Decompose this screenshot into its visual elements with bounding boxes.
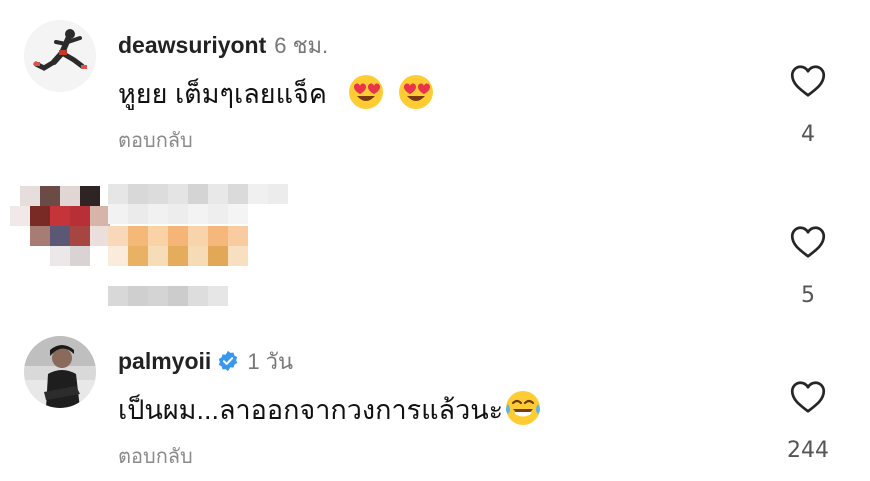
heart-outline-icon[interactable]: [790, 64, 826, 98]
like-count: 4: [801, 122, 815, 147]
like-button[interactable]: 244: [776, 380, 840, 463]
like-count: 5: [801, 283, 815, 308]
comment-text-body: เป็นผม...ลาออกจากวงการแล้วนะ: [118, 395, 504, 425]
heart-outline-icon[interactable]: [790, 380, 826, 414]
heart-outline-icon[interactable]: [790, 225, 826, 259]
reply-button[interactable]: ตอบกลับ: [118, 124, 193, 156]
comment-text-body: หูยย เต็มๆเลยแจ็ค: [118, 79, 327, 109]
comment-text: เป็นผม...ลาออกจากวงการแล้วนะ: [118, 388, 541, 433]
like-button[interactable]: 5: [782, 225, 834, 308]
comment-time: 6 ชม.: [274, 33, 329, 58]
username-text[interactable]: palmyoii: [118, 348, 211, 374]
username-text[interactable]: deawsuriyont: [118, 32, 266, 58]
pixelated-username: [108, 184, 298, 224]
avatar[interactable]: [24, 20, 96, 92]
comment-username[interactable]: deawsuriyont 6 ชม.: [118, 28, 328, 63]
like-count: 244: [787, 438, 829, 463]
verified-badge-icon: [217, 350, 239, 378]
pixelated-emoji-text: [108, 226, 258, 266]
person-photo: [24, 336, 96, 408]
pixelated-avatar: [10, 166, 110, 266]
comment-text: หูยย เต็มๆเลยแจ็ค: [118, 72, 434, 117]
comment-username[interactable]: palmyoii 1 วัน: [118, 344, 293, 379]
pixelated-reply: [108, 286, 238, 306]
avatar[interactable]: [24, 336, 96, 408]
reply-button[interactable]: ตอบกลับ: [118, 440, 193, 472]
like-button[interactable]: 4: [782, 64, 834, 147]
tears-of-joy-emoji: [505, 390, 541, 433]
runner-photo: [24, 20, 96, 92]
heart-eyes-emoji: [398, 74, 434, 117]
heart-eyes-emoji: [348, 74, 384, 117]
comment-time: 1 วัน: [247, 349, 294, 374]
